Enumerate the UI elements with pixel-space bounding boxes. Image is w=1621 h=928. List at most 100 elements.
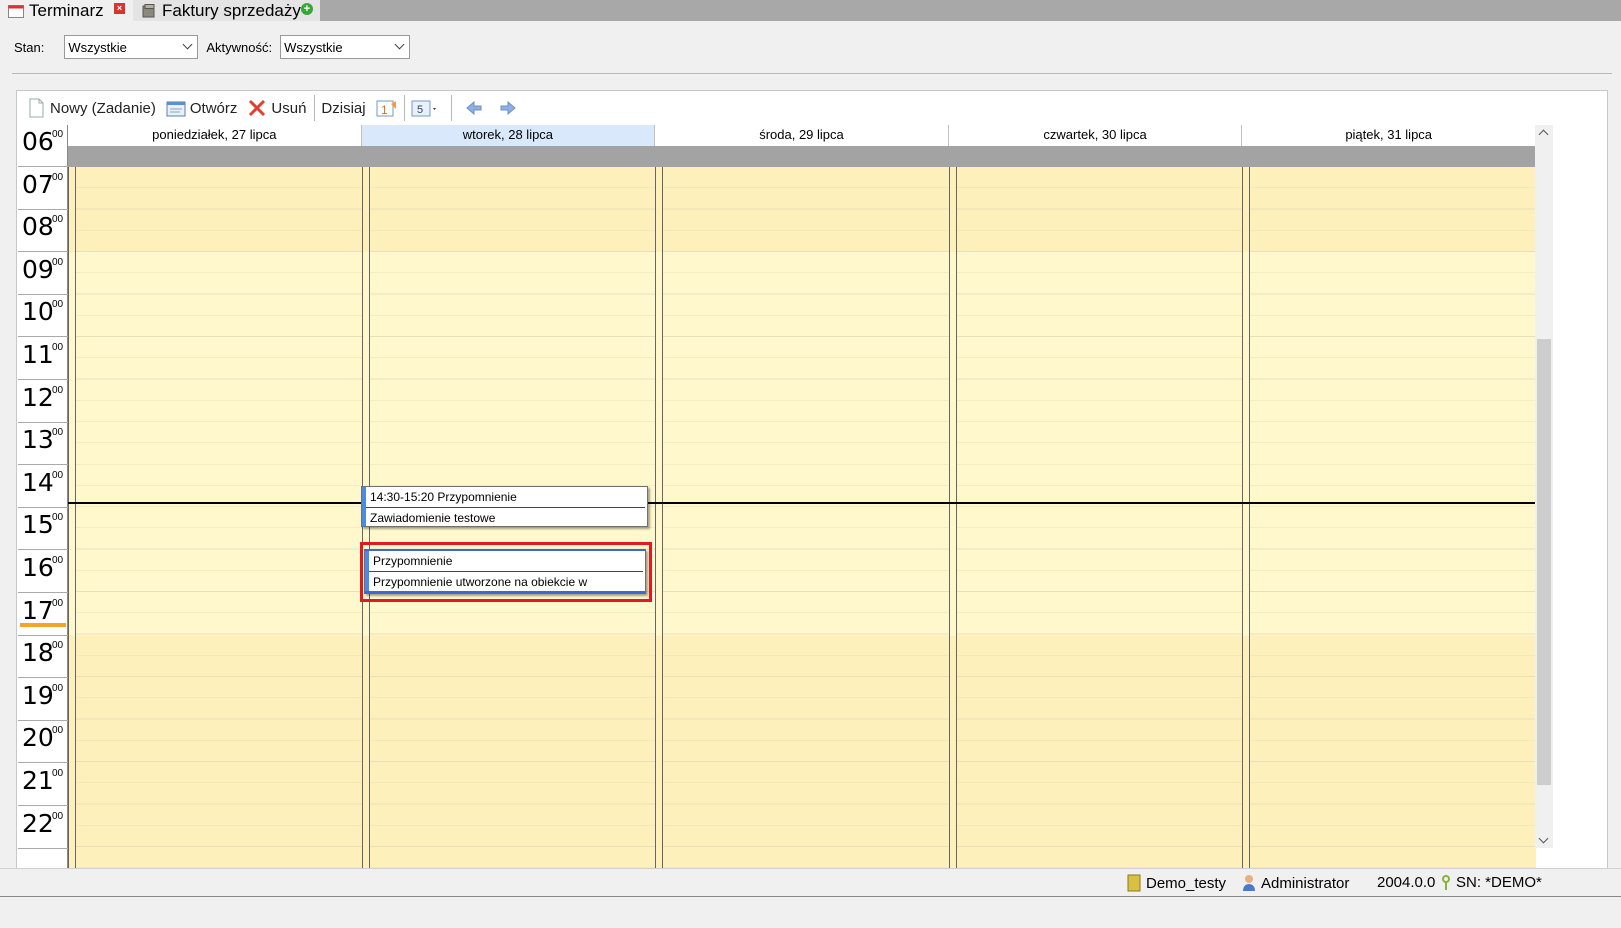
hour-minutes: 00 — [52, 597, 64, 609]
serial-text: SN: *DEMO* — [1456, 874, 1542, 891]
scroll-up-icon[interactable] — [1538, 129, 1549, 140]
hour-label: 08 00 — [18, 208, 68, 253]
day-column: środa, 29 lipca — [655, 125, 949, 873]
vertical-scrollbar[interactable] — [1535, 125, 1553, 848]
today-label: Dzisiaj — [321, 99, 366, 117]
week-view-button[interactable]: 5 — [411, 98, 443, 118]
status-serial: SN: *DEMO* — [1441, 874, 1542, 891]
toolbar: Nowy (Zadanie) Otwórz Usuń Dzisiaj 1 5 — [16, 92, 522, 124]
hour-label: 06 00 — [18, 125, 68, 167]
hour-number: 22 — [22, 808, 54, 838]
user-icon — [1243, 875, 1255, 891]
close-icon[interactable]: × — [114, 3, 125, 14]
toolbar-separator — [403, 95, 405, 121]
scroll-thumb[interactable] — [1537, 339, 1551, 785]
stan-value: Wszystkie — [68, 40, 127, 55]
hour-minutes: 00 — [52, 342, 64, 353]
key-icon — [1442, 874, 1450, 890]
day-header[interactable]: poniedziałek, 27 lipca — [68, 125, 362, 146]
current-time-line — [68, 502, 1552, 504]
hour-minutes: 00 — [52, 725, 64, 737]
all-day-area[interactable] — [1242, 146, 1536, 167]
hour-label: 20 00 — [18, 719, 68, 764]
divider — [12, 73, 1612, 74]
database-name: Demo_testy — [1146, 874, 1227, 892]
user-name: Administrator — [1261, 874, 1350, 892]
delete-icon — [249, 99, 266, 117]
hour-label: 14 00 — [18, 464, 68, 508]
aktywnosc-value: Wszystkie — [284, 40, 343, 55]
highlight-frame — [360, 542, 652, 602]
hour-minutes: 00 — [52, 214, 64, 226]
today-button[interactable]: Dzisiaj — [321, 100, 365, 117]
day-body[interactable] — [68, 167, 362, 873]
status-bar: Demo_testy Administrator 2004.0.0 SN: *D… — [0, 868, 1621, 896]
hour-minutes: 00 — [52, 299, 64, 311]
open-button[interactable]: Otwórz — [166, 98, 237, 118]
hour-minutes: 00 — [52, 129, 64, 140]
day-header[interactable]: czwartek, 30 lipca — [948, 125, 1243, 146]
next-button[interactable] — [498, 98, 522, 118]
week-calendar: 06 00 07 00 08 00 09 00 10 00 11 00 12 00 13 00 14 00 15 00… — [18, 125, 1605, 873]
hour-minutes: 00 — [52, 469, 64, 481]
status-database: Demo_testy — [1127, 874, 1226, 892]
tab-terminarz[interactable]: Terminarz × — [0, 0, 133, 21]
hour-label: 17 00 — [18, 592, 68, 636]
hour-number: 08 — [22, 212, 54, 242]
hour-label: 21 00 — [18, 762, 68, 806]
invoice-icon — [142, 3, 155, 17]
hour-label: 10 00 — [18, 293, 68, 338]
chevron-down-icon — [182, 39, 193, 50]
day-view-button[interactable]: 1 — [376, 98, 402, 118]
chevron-down-icon — [394, 39, 405, 50]
new-task-button[interactable]: Nowy (Zadanie) — [26, 98, 156, 118]
appointment[interactable]: 14:30-15:20 Przypomnienie Zawiadomienie … — [361, 486, 648, 527]
hour-minutes: 00 — [52, 384, 64, 396]
appointment-description: Zawiadomienie testowe — [370, 511, 496, 525]
hour-label: 07 00 — [18, 166, 68, 210]
current-time-marker — [20, 623, 66, 627]
hour-minutes: 00 — [52, 427, 64, 439]
aktywnosc-select[interactable]: Wszystkie — [280, 35, 411, 59]
svg-text:5: 5 — [417, 104, 423, 116]
week-view-icon: 5 — [411, 100, 436, 117]
arrow-left-icon — [465, 100, 482, 116]
all-day-area[interactable] — [361, 146, 656, 167]
day-header[interactable]: wtorek, 28 lipca — [361, 125, 656, 146]
stan-select[interactable]: Wszystkie — [64, 35, 199, 59]
bottom-border — [0, 896, 1621, 897]
open-icon — [166, 101, 186, 117]
hour-number: 12 — [22, 382, 54, 412]
all-day-area[interactable] — [68, 146, 362, 167]
tab-faktury[interactable]: Faktury sprzedaży + — [133, 0, 320, 21]
version-text: 2004.0.0 — [1377, 874, 1436, 891]
hour-number: 13 — [22, 425, 54, 455]
hour-number: 07 — [22, 169, 54, 199]
day-column: czwartek, 30 lipca — [948, 125, 1243, 873]
day-header[interactable]: piątek, 31 lipca — [1242, 125, 1536, 146]
tab-label: Terminarz — [29, 0, 104, 20]
day-body[interactable] — [948, 167, 1243, 873]
hour-number: 10 — [22, 297, 54, 327]
arrow-right-icon — [500, 100, 516, 116]
hour-label: 19 00 — [18, 677, 68, 721]
day-body[interactable] — [655, 167, 949, 873]
time-column: 06 00 07 00 08 00 09 00 10 00 11 00 12 00 13 00 14 00 15 00… — [18, 125, 68, 873]
previous-button[interactable] — [464, 98, 488, 118]
all-day-area[interactable] — [948, 146, 1243, 167]
hour-minutes: 00 — [52, 682, 64, 694]
hour-label: 12 00 — [18, 379, 68, 423]
hour-label: 18 00 — [18, 634, 68, 679]
delete-button[interactable]: Usuń — [247, 98, 306, 118]
hour-number: 21 — [22, 766, 54, 795]
all-day-area[interactable] — [655, 146, 949, 167]
tab-bar: Terminarz × Faktury sprzedaży + — [0, 0, 1621, 21]
hour-minutes: 00 — [52, 512, 64, 524]
hour-number: 14 — [22, 467, 54, 497]
scroll-down-icon[interactable] — [1538, 833, 1549, 844]
day-body[interactable] — [1242, 167, 1536, 873]
day-column: poniedziałek, 27 lipca — [68, 125, 362, 873]
day-header[interactable]: środa, 29 lipca — [655, 125, 949, 146]
add-tab-icon[interactable]: + — [301, 3, 313, 15]
hour-number: 06 — [22, 127, 54, 156]
